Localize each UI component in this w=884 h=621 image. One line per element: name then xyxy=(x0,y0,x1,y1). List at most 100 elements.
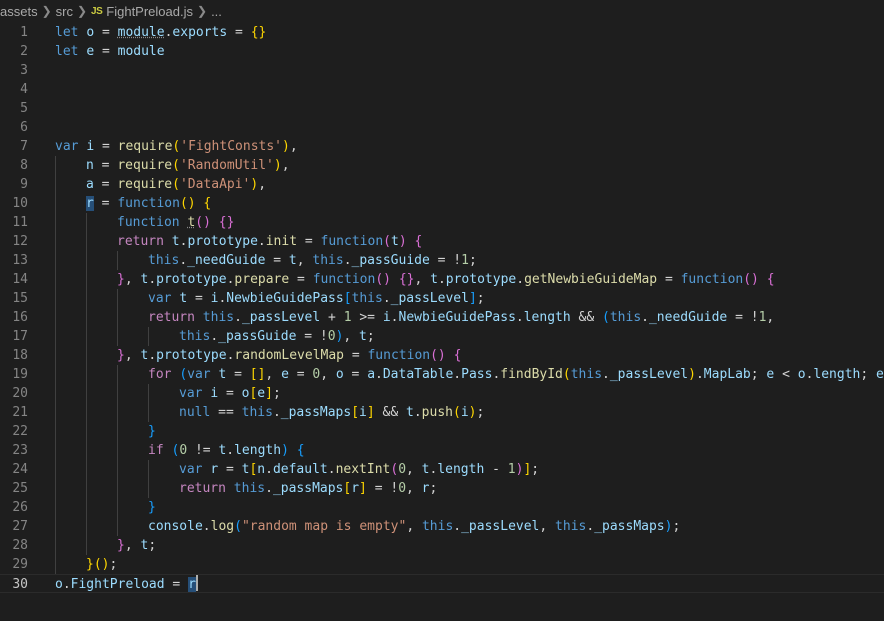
code-line[interactable]: 2 let e = module xyxy=(0,42,884,61)
code-token: this xyxy=(609,310,642,325)
code-line[interactable]: 27 console.log("random map is empty", thi… xyxy=(0,517,884,536)
code-token: ( xyxy=(172,158,180,173)
code-token: } xyxy=(117,348,125,363)
indent-guide xyxy=(117,308,118,327)
code-line[interactable]: 16 return this._passLevel + 1 >= i.Newbie… xyxy=(0,308,884,327)
indent-guide xyxy=(148,403,149,422)
code-token: _passGuide xyxy=(351,253,430,268)
code-token: require xyxy=(117,158,173,173)
code-line[interactable]: 5 xyxy=(0,99,884,118)
indent-guide xyxy=(86,422,87,441)
code-token: {} xyxy=(218,215,235,230)
code-token: [ xyxy=(351,405,360,420)
code-line[interactable]: 25 return this._passMaps[r] = !0, r; xyxy=(0,479,884,498)
code-line[interactable]: 4 xyxy=(0,80,884,99)
code-token: = xyxy=(218,462,242,477)
code-line[interactable]: 1 let o = module.exports = {} xyxy=(0,23,884,42)
indent-guide xyxy=(117,289,118,308)
code-token: = ! xyxy=(296,329,328,344)
code-line[interactable]: 7 var i = require('FightConsts'), xyxy=(0,137,884,156)
code-token: ) xyxy=(282,139,290,154)
code-line[interactable]: 23 if (0 != t.length) { xyxy=(0,441,884,460)
breadcrumb-src[interactable]: src xyxy=(56,4,73,19)
code-line[interactable]: 24 var r = t[n.default.nextInt(0, t.lengt… xyxy=(0,460,884,479)
code-line[interactable]: 8 n = require('RandomUtil'), xyxy=(0,156,884,175)
code-text: return this._passLevel + 1 >= i.NewbieGu… xyxy=(148,308,774,327)
code-token: = xyxy=(93,177,118,192)
indent-guide xyxy=(117,365,118,384)
code-token: 1 xyxy=(343,310,352,325)
code-token: } xyxy=(148,424,156,439)
indent-guide xyxy=(148,327,149,346)
breadcrumb-file[interactable]: FightPreload.js xyxy=(106,4,193,19)
code-line[interactable]: 12 return t.prototype.init = function(t) … xyxy=(0,232,884,251)
code-text: this._needGuide = t, this._passGuide = !… xyxy=(148,251,477,270)
code-line[interactable]: 18}, t.prototype.randomLevelMap = functi… xyxy=(0,346,884,365)
code-line[interactable]: 30 o.FightPreload = r xyxy=(0,574,884,593)
code-line[interactable]: 20 var i = o[e]; xyxy=(0,384,884,403)
breadcrumb-symbols[interactable]: ... xyxy=(211,4,222,19)
code-token: prototype xyxy=(445,272,517,287)
code-token: length xyxy=(523,310,571,325)
code-line[interactable]: 29}(); xyxy=(0,555,884,574)
code-token: ) xyxy=(281,443,289,458)
code-line[interactable]: 9 a = require('DataApi'), xyxy=(0,175,884,194)
indent-guide xyxy=(86,517,87,536)
code-token: ( xyxy=(562,367,571,382)
code-line[interactable]: 11 function t() {} xyxy=(0,213,884,232)
code-token: length xyxy=(437,462,485,477)
line-number: 8 xyxy=(20,158,28,173)
code-text: r = function() { xyxy=(86,194,211,213)
indent-guide xyxy=(55,479,56,498)
code-token: a xyxy=(367,367,376,382)
code-text: a = require('DataApi'), xyxy=(86,175,266,194)
code-token: ; xyxy=(468,253,477,268)
code-token: ; xyxy=(366,329,375,344)
code-text: for (var t = [], e = 0, o = a.DataTable.… xyxy=(148,365,884,384)
code-token: () xyxy=(743,272,759,287)
line-number: 27 xyxy=(12,519,28,534)
code-line[interactable]: 22} xyxy=(0,422,884,441)
indent-guide xyxy=(86,536,87,555)
code-text: o.FightPreload = r xyxy=(55,575,198,594)
code-line[interactable]: 21 null == this._passMaps[i] && t.push(i)… xyxy=(0,403,884,422)
code-token: length xyxy=(813,367,861,382)
line-number: 16 xyxy=(12,310,28,325)
code-token: - xyxy=(484,462,508,477)
line-number: 29 xyxy=(12,557,28,572)
code-token: { xyxy=(453,348,462,363)
code-line[interactable]: 15 var t = i.NewbieGuidePass[this._passLe… xyxy=(0,289,884,308)
code-text: let e = module xyxy=(55,42,165,61)
code-token: ) xyxy=(688,367,696,382)
code-line[interactable]: 17 this._passGuide = !0), t; xyxy=(0,327,884,346)
breadcrumb-assets[interactable]: assets xyxy=(0,4,38,19)
editor-text-area[interactable]: 1 let o = module.exports = {} 2 let e = mod… xyxy=(0,22,884,621)
code-line[interactable]: 6 xyxy=(0,118,884,137)
code-token: var xyxy=(148,291,172,306)
line-number: 18 xyxy=(12,348,28,363)
code-line[interactable]: 26} xyxy=(0,498,884,517)
code-line[interactable]: 19 for (var t = [], e = 0, o = a.DataTabl… xyxy=(0,365,884,384)
code-token: ; xyxy=(429,481,438,496)
code-token: , xyxy=(289,139,298,154)
code-token: ; xyxy=(109,557,118,572)
code-token: t xyxy=(430,272,438,287)
code-line[interactable]: 13 this._needGuide = t, this._passGuide =… xyxy=(0,251,884,270)
indent-guide xyxy=(55,194,56,213)
code-line[interactable]: 28}, t; xyxy=(0,536,884,555)
code-token: function xyxy=(117,215,180,230)
code-text: }, t; xyxy=(117,536,156,555)
code-line[interactable]: 3 xyxy=(0,61,884,80)
code-line[interactable]: 14}, t.prototype.prepare = function() {}… xyxy=(0,270,884,289)
code-token: ) xyxy=(398,234,407,249)
code-token: = xyxy=(187,291,211,306)
code-token: 0 xyxy=(179,443,188,458)
code-token: = xyxy=(93,196,118,211)
code-token: FightPreload xyxy=(70,577,165,592)
code-token: ; xyxy=(272,386,281,401)
code-line[interactable]: 10 r = function() { xyxy=(0,194,884,213)
code-token: this xyxy=(555,519,587,534)
code-token: , xyxy=(406,481,422,496)
